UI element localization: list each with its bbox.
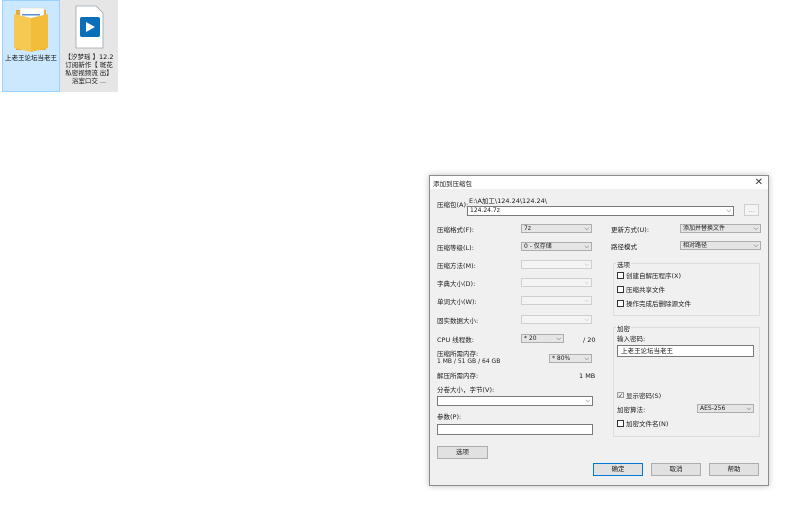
show-password-checkbox[interactable]: ☑ [617,392,624,400]
sfx-label: 创建自解压程序(X) [626,272,682,280]
split-combo[interactable]: ⌵ [437,396,593,406]
help-button[interactable]: 帮助 [709,463,759,476]
chevron-down-icon: ⌵ [584,225,589,232]
sfx-checkbox[interactable] [617,272,624,279]
options-button[interactable]: 选项 [437,446,488,459]
archive-label: 压缩包(A): [437,201,469,209]
memory-detail: 1 MB / 51 GB / 64 GB [437,358,501,365]
folder-icon [14,7,48,52]
threads-value: * 20 [524,335,537,342]
update-select[interactable]: 添加并替换文件 ⌵ [680,224,761,233]
password-input[interactable]: 上老王论坛当老王 [617,345,754,357]
level-label: 压缩等级(L): [437,244,474,252]
shared-checkbox[interactable] [617,286,624,293]
path-mode-label: 路径模式 [611,243,637,251]
encryption-group-title: 加密 [616,323,631,333]
video-file-icon [75,5,104,49]
threads-total: / 20 [583,336,596,344]
archive-path: E:\A加工\124.24\124.24\ [469,197,547,205]
desktop-icon-label: 【汐梦瑶 】12.2 订阅新作【 斑花私密视频流 出】浴室口交 ... [64,53,114,85]
chevron-down-icon: ⌵ [585,397,590,404]
show-password-label: 显示密码(S) [626,392,662,400]
word-label: 单词大小(W): [437,298,477,306]
chevron-down-icon: ⌵ [584,261,589,268]
threads-select[interactable]: * 20 ⌵ [521,334,564,343]
path-mode-select[interactable]: 相对路径 ⌵ [680,241,761,250]
chevron-down-icon: ⌵ [584,316,589,323]
solid-select[interactable]: ⌵ [521,315,592,324]
split-label: 分卷大小，字节(V): [437,386,495,394]
memory-label: 压缩所需内存: [437,350,479,358]
format-label: 压缩格式(F): [437,226,475,234]
dialog-titlebar: 添加到压缩包 ✕ [430,176,768,189]
update-label: 更新方式(U): [611,226,650,234]
desktop-icon-video[interactable]: 【汐梦瑶 】12.2 订阅新作【 斑花私密视频流 出】浴室口交 ... [60,0,118,92]
close-icon[interactable]: ✕ [755,176,763,189]
word-select[interactable]: ⌵ [521,296,592,305]
chevron-down-icon: ⌵ [556,335,561,342]
browse-button[interactable]: ... [744,204,759,216]
chevron-down-icon: ⌵ [726,207,731,214]
chevron-down-icon: ⌵ [753,242,758,249]
chevron-down-icon: ⌵ [584,297,589,304]
params-input[interactable] [437,424,593,435]
update-value: 添加并替换文件 [683,225,726,232]
shared-label: 压缩共享文件 [626,286,665,294]
encryption-method-select[interactable]: AES-256 ⌵ [697,404,754,413]
dict-label: 字典大小(D): [437,280,476,288]
level-select[interactable]: 0 - 仅存储 ⌵ [521,242,592,251]
dialog-title: 添加到压缩包 [433,180,472,188]
desktop-icon-folder[interactable]: 上老王论坛当老王 [2,0,60,92]
chevron-down-icon: ⌵ [584,243,589,250]
archive-name-combo[interactable]: 124.24.7z ⌵ [467,206,734,216]
threads-label: CPU 线程数: [437,336,474,344]
delete-source-checkbox[interactable] [617,300,624,307]
password-label: 输入密码: [617,335,646,343]
chevron-down-icon: ⌵ [584,355,589,362]
delete-source-label: 操作完成后删除源文件 [626,300,691,308]
encryption-method-label: 加密算法: [617,406,646,414]
encrypt-names-label: 加密文件名(N) [626,420,669,428]
options-group-title: 选项 [616,259,631,269]
solid-label: 固实数据大小: [437,317,479,325]
chevron-down-icon: ⌵ [584,279,589,286]
chevron-down-icon: ⌵ [753,225,758,232]
memory-percent-value: * 80% [552,355,571,362]
cancel-button[interactable]: 取消 [651,463,701,476]
level-value: 0 - 仅存储 [524,243,552,250]
path-mode-value: 相对路径 [683,242,708,249]
decompress-memory-label: 解压所需内存: [437,372,479,380]
method-label: 压缩方法(M): [437,262,476,270]
dict-select[interactable]: ⌵ [521,278,592,287]
encrypt-names-checkbox[interactable] [617,420,624,427]
decompress-memory-value: 1 MB [579,372,596,380]
format-select[interactable]: 7z ⌵ [521,224,592,233]
encryption-method-value: AES-256 [700,405,726,412]
format-value: 7z [524,225,531,232]
method-select[interactable]: ⌵ [521,260,592,269]
params-label: 参数(P): [437,413,462,421]
ok-button[interactable]: 确定 [593,463,643,476]
desktop-icon-label: 上老王论坛当老王 [5,54,57,62]
add-to-archive-dialog: 添加到压缩包 ✕ 压缩包(A): E:\A加工\124.24\124.24\ 1… [429,175,769,486]
archive-name-value: 124.24.7z [470,207,500,214]
chevron-down-icon: ⌵ [746,405,751,412]
memory-percent-select[interactable]: * 80% ⌵ [549,354,592,363]
